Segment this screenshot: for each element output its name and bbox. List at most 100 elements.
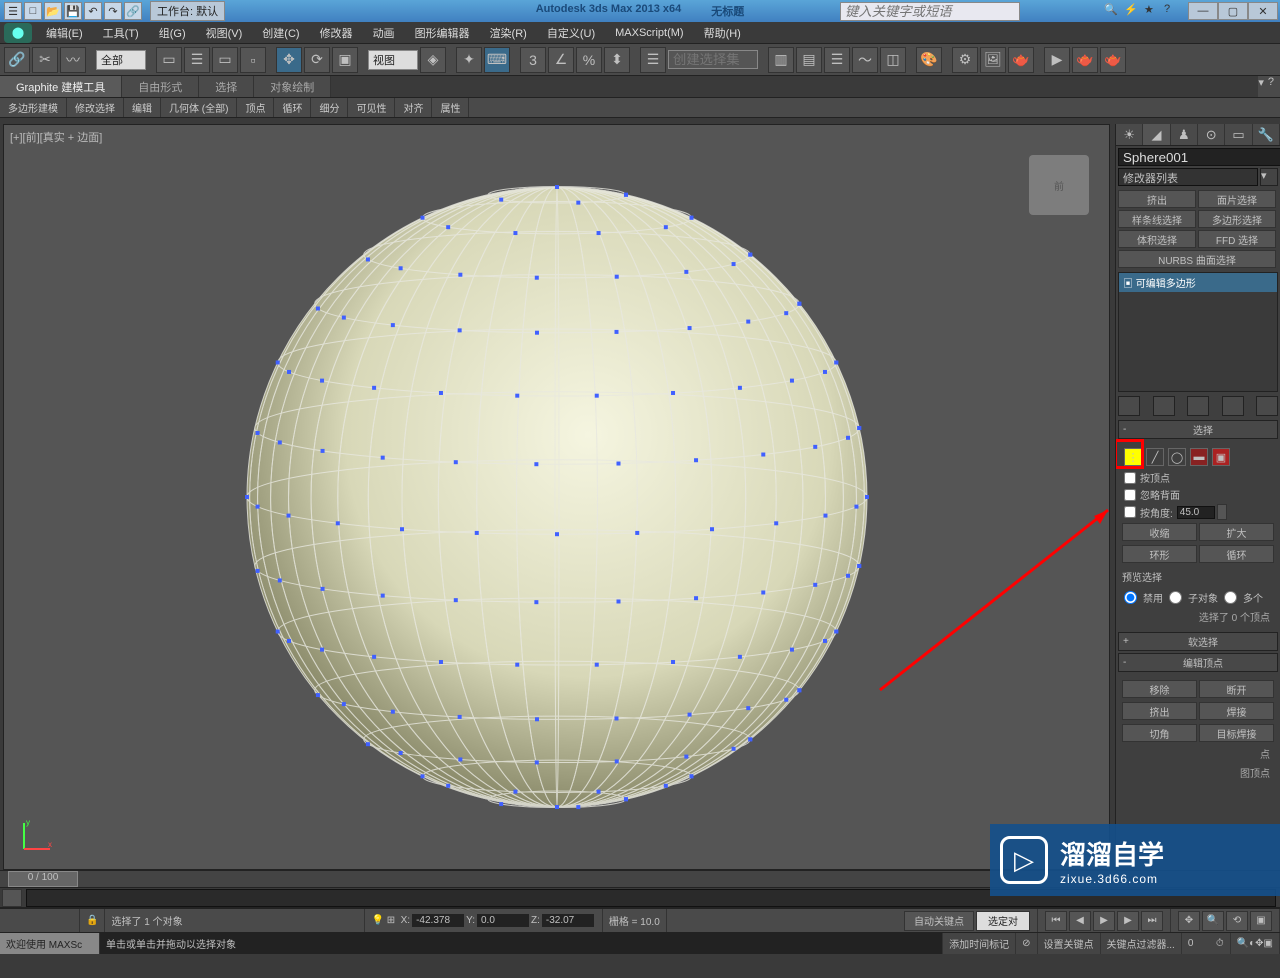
comm-icon[interactable]: ⚡ [1124, 3, 1140, 19]
subobj-poly-icon[interactable]: ▬ [1190, 448, 1208, 466]
nav-max2-icon[interactable]: ▣ [1264, 938, 1273, 949]
percent-snap-icon[interactable]: % [576, 47, 602, 73]
link-icon[interactable]: 🔗 [124, 2, 142, 20]
render-active-icon[interactable]: 🫖 [1100, 47, 1126, 73]
region-rect-icon[interactable]: ▭ [212, 47, 238, 73]
nav-orbit-icon[interactable]: ⟲ [1226, 911, 1248, 931]
pivot-icon[interactable]: ◈ [420, 47, 446, 73]
ignore-back-checkbox[interactable] [1124, 489, 1136, 501]
ribbon-collapse-icon[interactable]: ▾ [1258, 76, 1264, 97]
unlink-tool-icon[interactable]: ✂ [32, 47, 58, 73]
nav-zoom-icon[interactable]: 🔍 [1202, 911, 1224, 931]
render-setup-icon[interactable]: ⚙ [952, 47, 978, 73]
tab-display-icon[interactable]: ▭ [1225, 124, 1252, 145]
iso-icon[interactable]: ⊘ [1016, 933, 1037, 954]
tab-freeform[interactable]: 自由形式 [122, 76, 199, 97]
time-config-icon[interactable]: ⏱ [1216, 938, 1224, 949]
track-config-icon[interactable] [2, 889, 22, 907]
ribbon-subdiv[interactable]: 细分 [311, 98, 348, 117]
prev-frame-icon[interactable]: ◀ [1069, 911, 1091, 931]
ref-coord-dropdown[interactable]: 视图 [368, 50, 418, 70]
tab-graphite[interactable]: Graphite 建模工具 [0, 76, 122, 97]
ribbon-help-icon[interactable]: ? [1268, 76, 1274, 97]
goto-start-icon[interactable]: ⏮ [1045, 911, 1067, 931]
select-name-icon[interactable]: ☰ [184, 47, 210, 73]
coord-x[interactable]: -42.378 [412, 914, 464, 927]
ribbon-modsel[interactable]: 修改选择 [67, 98, 124, 117]
goto-end-icon[interactable]: ⏭ [1141, 911, 1163, 931]
search-icon[interactable]: 🔍 [1104, 3, 1120, 19]
rollout-editvert-header[interactable]: - 编辑顶点 [1118, 653, 1278, 672]
rotate-tool-icon[interactable]: ⟳ [304, 47, 330, 73]
keyboard-shortcut-icon[interactable]: ⌨ [484, 47, 510, 73]
menu-render[interactable]: 渲染(R) [480, 23, 537, 43]
ribbon-loop[interactable]: 循环 [274, 98, 311, 117]
btn-target-weld[interactable]: 目标焊接 [1199, 724, 1274, 742]
tab-create-icon[interactable]: ☀ [1116, 124, 1143, 145]
redo-icon[interactable]: ↷ [104, 2, 122, 20]
snap-2d-icon[interactable]: 3 [520, 47, 546, 73]
scale-tool-icon[interactable]: ▣ [332, 47, 358, 73]
addtime-button[interactable]: 添加时间标记 [943, 933, 1016, 954]
btn-vol-sel[interactable]: 体积选择 [1118, 230, 1196, 248]
btn-break[interactable]: 断开 [1199, 680, 1274, 698]
save-icon[interactable]: 💾 [64, 2, 82, 20]
keyfilter-button[interactable]: 关键点过滤器... [1101, 933, 1182, 954]
tab-utilities-icon[interactable]: 🔧 [1253, 124, 1280, 145]
btn-shrink[interactable]: 收缩 [1122, 523, 1197, 541]
nav-max-icon[interactable]: ▣ [1250, 911, 1272, 931]
play-icon[interactable]: ▶ [1093, 911, 1115, 931]
menu-views[interactable]: 视图(V) [196, 23, 253, 43]
close-button[interactable]: ✕ [1248, 2, 1278, 20]
select-icon[interactable]: ▭ [156, 47, 182, 73]
nav-pan-icon[interactable]: ✥ [1178, 911, 1200, 931]
time-slider-handle[interactable]: 0 / 100 [8, 871, 78, 887]
curve-editor-icon[interactable]: 〜 [852, 47, 878, 73]
workspace-selector[interactable]: 工作台: 默认 [150, 1, 225, 21]
by-angle-checkbox[interactable] [1124, 506, 1136, 518]
subobj-edge-icon[interactable]: ╱ [1146, 448, 1164, 466]
subobj-vertex-icon[interactable]: ⋮ [1124, 448, 1142, 466]
edit-named-sel-icon[interactable]: ☰ [640, 47, 666, 73]
new-icon[interactable]: □ [24, 2, 42, 20]
lock-icon[interactable]: 🔒 [80, 909, 105, 932]
move-tool-icon[interactable]: ✥ [276, 47, 302, 73]
setkey-button[interactable]: 设置关键点 [1038, 933, 1101, 954]
ribbon-align[interactable]: 对齐 [395, 98, 432, 117]
tab-selection[interactable]: 选择 [199, 76, 254, 97]
remove-mod-icon[interactable] [1222, 396, 1244, 416]
tab-hierarchy-icon[interactable]: ♟ [1171, 124, 1198, 145]
menu-anim[interactable]: 动画 [363, 23, 405, 43]
btn-ring[interactable]: 环形 [1122, 545, 1197, 563]
sphere-mesh[interactable] [232, 172, 882, 822]
minimize-button[interactable]: — [1188, 2, 1218, 20]
help-search-input[interactable] [840, 2, 1020, 21]
btn-extrude[interactable]: 挤出 [1118, 190, 1196, 208]
ribbon-geom[interactable]: 几何体 (全部) [161, 98, 237, 117]
mirror-icon[interactable]: ▥ [768, 47, 794, 73]
rollout-selection-header[interactable]: - 选择 [1118, 420, 1278, 439]
lightbulb-icon[interactable]: 💡 [371, 915, 383, 926]
next-frame-icon[interactable]: ▶ [1117, 911, 1139, 931]
by-vertex-checkbox[interactable] [1124, 472, 1136, 484]
rendered-frame-icon[interactable]: 🖼 [980, 47, 1006, 73]
menu-modifiers[interactable]: 修改器 [310, 23, 363, 43]
angle-spinner[interactable]: 45.0 [1177, 504, 1227, 520]
menu-group[interactable]: 组(G) [149, 23, 196, 43]
subobj-border-icon[interactable]: ◯ [1168, 448, 1186, 466]
bind-tool-icon[interactable]: 〰 [60, 47, 86, 73]
nav-pan2-icon[interactable]: ✥ [1255, 938, 1263, 949]
btn-remove[interactable]: 移除 [1122, 680, 1197, 698]
open-icon[interactable]: 📂 [44, 2, 62, 20]
btn-loop[interactable]: 循环 [1199, 545, 1274, 563]
btn-face-sel[interactable]: 面片选择 [1198, 190, 1276, 208]
align-icon[interactable]: ▤ [796, 47, 822, 73]
app-menu-icon[interactable]: ☰ [4, 2, 22, 20]
btn-grow[interactable]: 扩大 [1199, 523, 1274, 541]
btn-nurbs-sel[interactable]: NURBS 曲面选择 [1118, 250, 1276, 268]
object-name-input[interactable] [1118, 148, 1280, 166]
radio-disable[interactable] [1124, 591, 1137, 604]
viewcube[interactable]: 前 [1029, 155, 1089, 215]
btn-ffd-sel[interactable]: FFD 选择 [1198, 230, 1276, 248]
pin-stack-icon[interactable] [1118, 396, 1140, 416]
